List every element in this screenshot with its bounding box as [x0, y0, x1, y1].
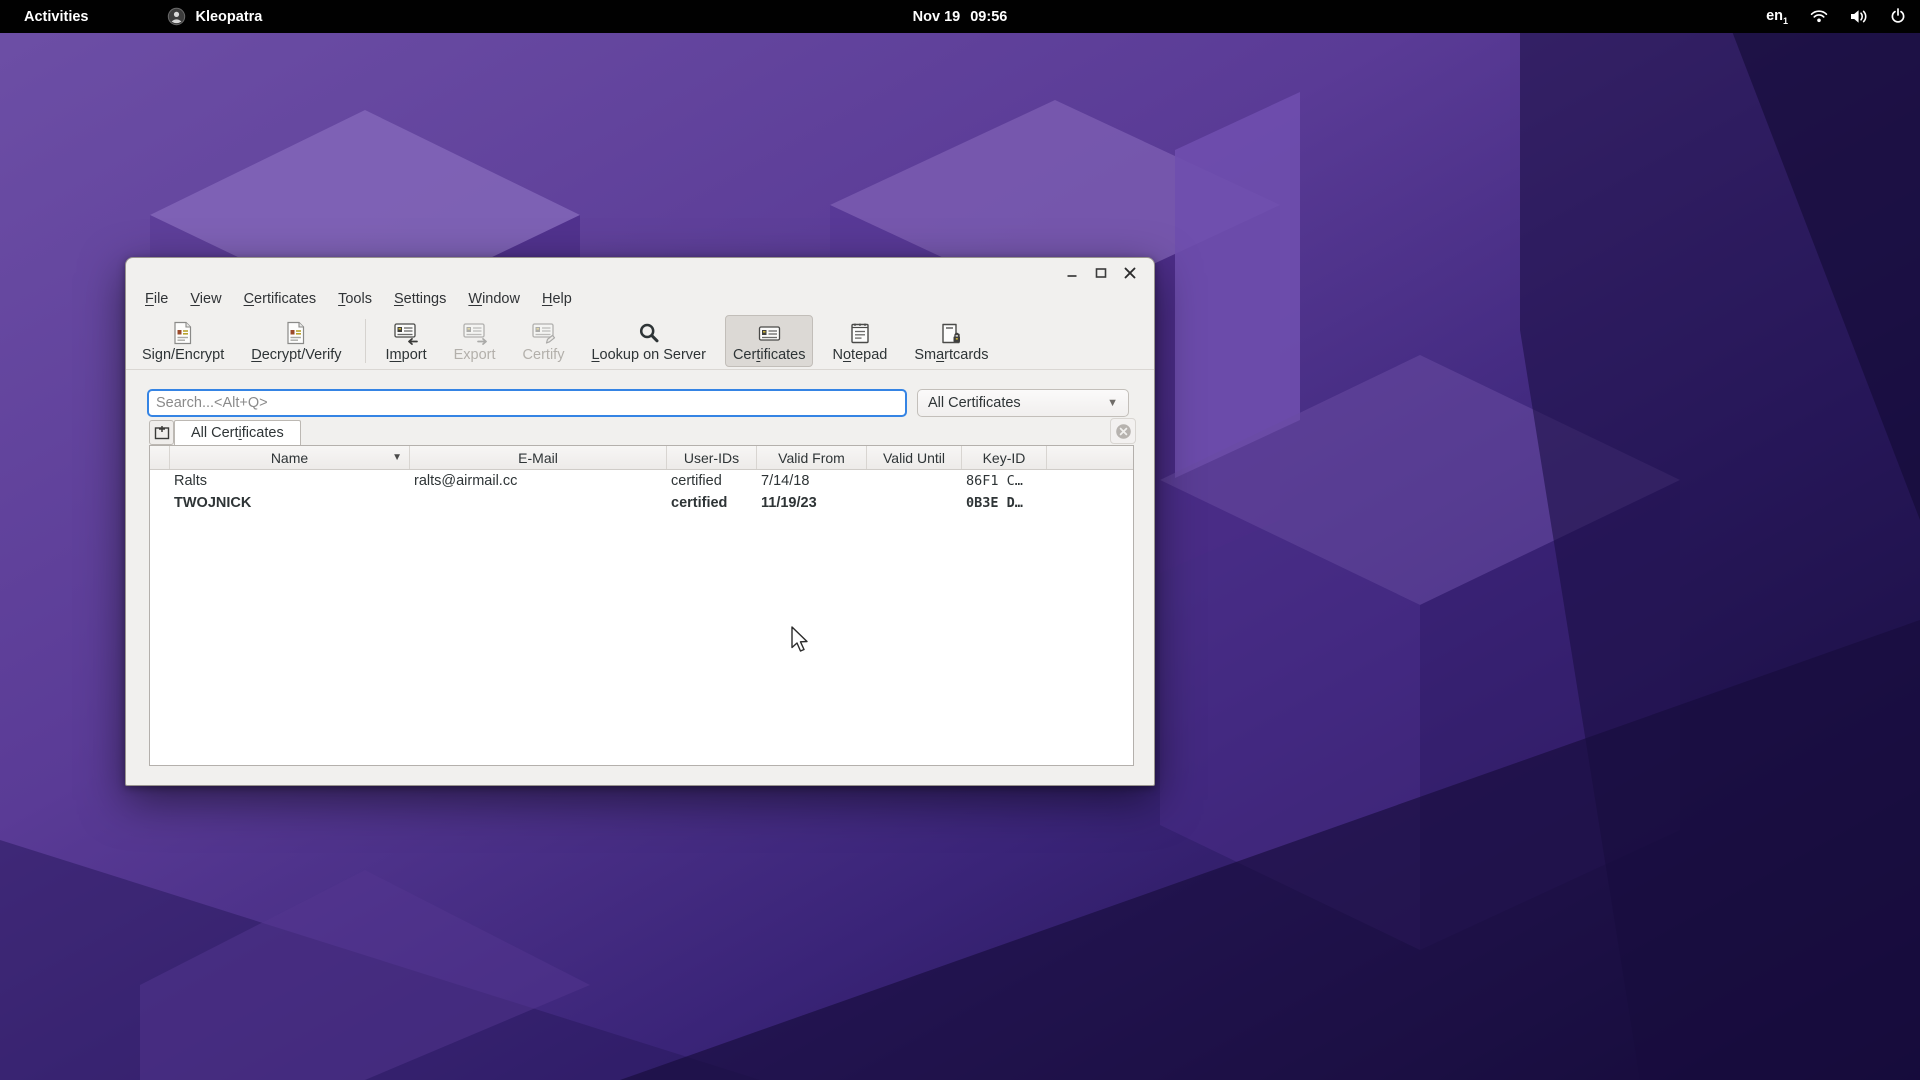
new-tab-button[interactable]	[149, 420, 174, 445]
table-row-twojnick[interactable]: TWOJNICK certified 11/19/23 0B3E D…	[150, 492, 1133, 514]
filter-value: All Certificates	[928, 395, 1021, 411]
header-user-ids[interactable]: User-IDs	[667, 446, 757, 469]
clear-icon	[1115, 423, 1132, 440]
smartcards-button[interactable]: Smartcards	[906, 315, 996, 367]
menu-bar: File View Certificates Tools Settings Wi…	[126, 285, 1154, 312]
activities-label: Activities	[24, 9, 88, 25]
cell-name: TWOJNICK	[170, 495, 410, 511]
menu-file[interactable]: File	[134, 288, 179, 310]
decrypt-verify-label: Decrypt/Verify	[251, 347, 341, 363]
cell-valid-from: 11/19/23	[757, 495, 867, 511]
lookup-on-server-button[interactable]: Lookup on Server	[583, 315, 713, 367]
cell-user-ids: certified	[667, 495, 757, 511]
status-area[interactable]: en1	[1766, 8, 1906, 26]
volume-icon[interactable]	[1850, 9, 1868, 24]
smartcards-icon	[939, 319, 963, 345]
table-header-row: Name ▼ E-Mail User-IDs Valid From Valid …	[150, 446, 1133, 470]
menu-view[interactable]: View	[179, 288, 232, 310]
header-email[interactable]: E-Mail	[410, 446, 667, 469]
toolbar: Sign/Encrypt Decrypt/Verify	[126, 312, 1154, 370]
smartcards-label: Smartcards	[914, 347, 988, 363]
menu-certificates[interactable]: Certificates	[233, 288, 328, 310]
lookup-on-server-label: Lookup on Server	[591, 347, 705, 363]
certificates-label: Certificates	[733, 347, 806, 363]
cell-key-id: 0B3E D…	[962, 495, 1047, 511]
keyboard-layout-indicator[interactable]: en1	[1766, 8, 1788, 26]
menu-window[interactable]: Window	[457, 288, 531, 310]
import-label: Import	[386, 347, 427, 363]
notepad-button[interactable]: Notepad	[824, 315, 895, 367]
menu-tools[interactable]: Tools	[327, 288, 383, 310]
search-input[interactable]	[147, 389, 907, 417]
sort-descending-icon: ▼	[392, 453, 402, 463]
notepad-icon	[849, 319, 871, 345]
power-icon[interactable]	[1890, 8, 1906, 24]
new-tab-icon	[154, 425, 170, 440]
minimize-button[interactable]	[1062, 263, 1082, 283]
header-gutter	[150, 446, 170, 469]
table-row-ralts[interactable]: Ralts ralts@airmail.cc certified 7/14/18…	[150, 470, 1133, 492]
app-menu-button[interactable]: Kleopatra	[167, 7, 262, 26]
kleopatra-window: File View Certificates Tools Settings Wi…	[125, 257, 1155, 786]
sign-encrypt-icon	[172, 319, 194, 345]
certificate-table: Name ▼ E-Mail User-IDs Valid From Valid …	[149, 445, 1134, 766]
header-valid-from[interactable]: Valid From	[757, 446, 867, 469]
wifi-icon[interactable]	[1810, 9, 1828, 23]
header-key-id[interactable]: Key-ID	[962, 446, 1047, 469]
app-menu-label: Kleopatra	[195, 9, 262, 25]
clear-search-button[interactable]	[1110, 418, 1136, 444]
certificates-tab-button[interactable]: Certificates	[725, 315, 814, 367]
clock-time: 09:56	[970, 9, 1007, 25]
header-name[interactable]: Name ▼	[170, 446, 410, 469]
kleopatra-app-icon	[167, 7, 186, 26]
tab-bar: All Certificates	[126, 420, 1154, 445]
cell-email: ralts@airmail.cc	[410, 473, 667, 489]
export-button[interactable]: Export	[446, 315, 504, 367]
export-icon	[462, 319, 488, 345]
toolbar-separator	[365, 319, 366, 363]
decrypt-verify-button[interactable]: Decrypt/Verify	[243, 315, 349, 367]
header-valid-until[interactable]: Valid Until	[867, 446, 962, 469]
import-button[interactable]: Import	[378, 315, 435, 367]
certify-label: Certify	[523, 347, 565, 363]
cell-valid-from: 7/14/18	[757, 473, 867, 489]
clock-button[interactable]: Nov 19 09:56	[0, 9, 1920, 25]
header-filler	[1047, 446, 1133, 469]
tab-label: All Certificates	[191, 425, 284, 441]
close-button[interactable]	[1120, 263, 1140, 283]
export-label: Export	[454, 347, 496, 363]
cell-user-ids: certified	[667, 473, 757, 489]
chevron-down-icon: ▼	[1107, 397, 1118, 409]
activities-button[interactable]: Activities	[0, 0, 112, 33]
clock-date: Nov 19	[913, 9, 961, 25]
cell-name: Ralts	[170, 473, 410, 489]
decrypt-verify-icon	[285, 319, 307, 345]
cell-key-id: 86F1 C…	[962, 473, 1047, 489]
gnome-top-bar: Activities Kleopatra Nov 19 09:56 en1	[0, 0, 1920, 33]
search-icon	[638, 319, 660, 345]
menu-settings[interactable]: Settings	[383, 288, 457, 310]
notepad-label: Notepad	[832, 347, 887, 363]
certify-icon	[531, 319, 557, 345]
certificates-icon	[757, 319, 782, 345]
tab-all-certificates[interactable]: All Certificates	[174, 420, 301, 445]
sign-encrypt-label: Sign/Encrypt	[142, 347, 224, 363]
menu-help[interactable]: Help	[531, 288, 583, 310]
import-icon	[393, 319, 419, 345]
certificate-filter-dropdown[interactable]: All Certificates ▼	[917, 389, 1129, 417]
window-titlebar[interactable]	[126, 258, 1154, 285]
certify-button[interactable]: Certify	[515, 315, 573, 367]
sign-encrypt-button[interactable]: Sign/Encrypt	[134, 315, 232, 367]
maximize-button[interactable]	[1091, 263, 1111, 283]
